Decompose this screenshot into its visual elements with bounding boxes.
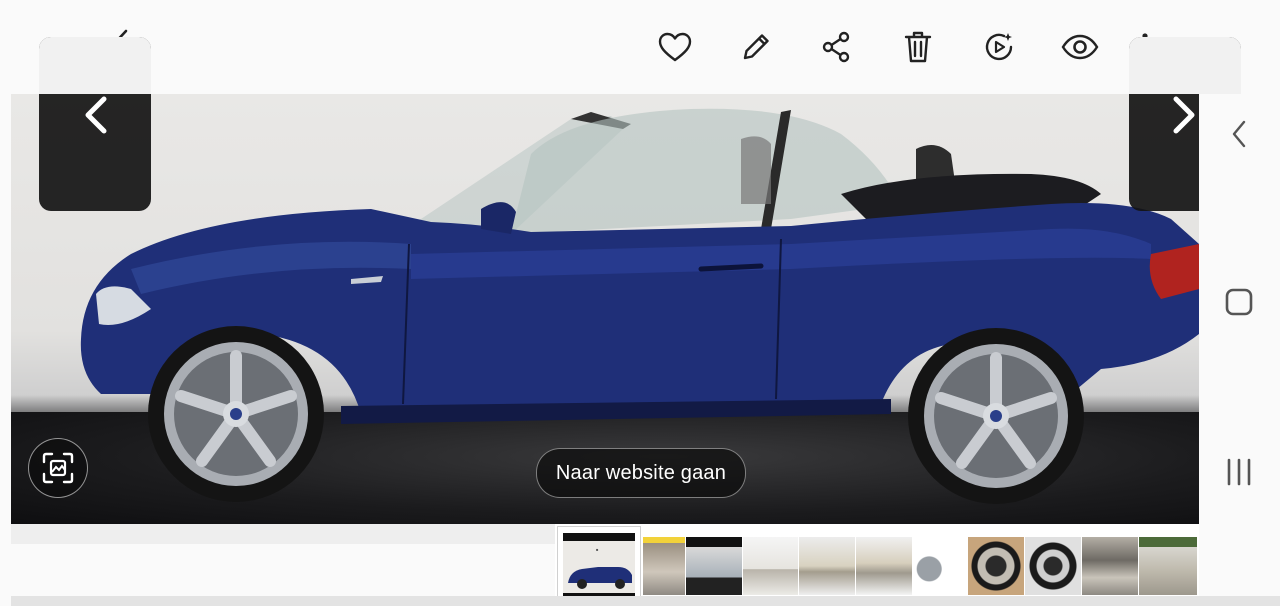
favorite-button[interactable] bbox=[655, 27, 695, 67]
thumbnail-selected[interactable]: ■ bbox=[557, 526, 641, 604]
edit-button[interactable] bbox=[736, 27, 776, 67]
share-button[interactable] bbox=[816, 27, 856, 67]
thumbnail[interactable] bbox=[643, 537, 685, 595]
top-toolbar bbox=[0, 0, 1280, 94]
share-icon bbox=[822, 31, 850, 63]
previous-image-button[interactable] bbox=[39, 37, 151, 211]
view-button[interactable] bbox=[1059, 27, 1101, 67]
system-home-button[interactable] bbox=[1221, 284, 1257, 320]
remaster-button[interactable] bbox=[979, 27, 1019, 67]
system-recents-button[interactable] bbox=[1221, 454, 1257, 490]
visual-search-button[interactable] bbox=[28, 438, 88, 498]
bottom-edge bbox=[11, 596, 1280, 606]
thumbnail-strip: ■ bbox=[555, 524, 1199, 606]
chevron-left-icon bbox=[85, 96, 107, 134]
thumbnail[interactable] bbox=[686, 537, 742, 595]
image-search-icon bbox=[42, 452, 74, 484]
thumbnail[interactable] bbox=[968, 537, 1024, 595]
heart-icon bbox=[658, 32, 692, 62]
toolbar-overlap bbox=[39, 37, 151, 94]
thumbnail[interactable] bbox=[743, 537, 798, 595]
system-navigation-bar bbox=[1199, 94, 1280, 606]
recents-icon bbox=[1227, 458, 1251, 486]
thumbnail[interactable] bbox=[1082, 537, 1138, 595]
thumbnail[interactable] bbox=[1139, 537, 1197, 595]
toolbar-overlap bbox=[1129, 37, 1241, 94]
thumbnail[interactable] bbox=[856, 537, 912, 595]
home-icon bbox=[1225, 288, 1253, 316]
delete-icon bbox=[904, 31, 932, 63]
edit-icon bbox=[743, 34, 769, 60]
back-icon bbox=[1232, 120, 1246, 148]
remaster-icon bbox=[985, 33, 1013, 61]
view-icon bbox=[1061, 34, 1099, 60]
system-back-button[interactable] bbox=[1221, 116, 1257, 152]
thumbnail[interactable] bbox=[1025, 537, 1081, 595]
thumbnail[interactable] bbox=[913, 537, 967, 595]
thumbnail[interactable] bbox=[799, 537, 855, 595]
go-to-website-button[interactable]: Naar website gaan bbox=[536, 448, 746, 498]
chevron-right-icon bbox=[1173, 96, 1195, 134]
delete-button[interactable] bbox=[898, 27, 938, 67]
